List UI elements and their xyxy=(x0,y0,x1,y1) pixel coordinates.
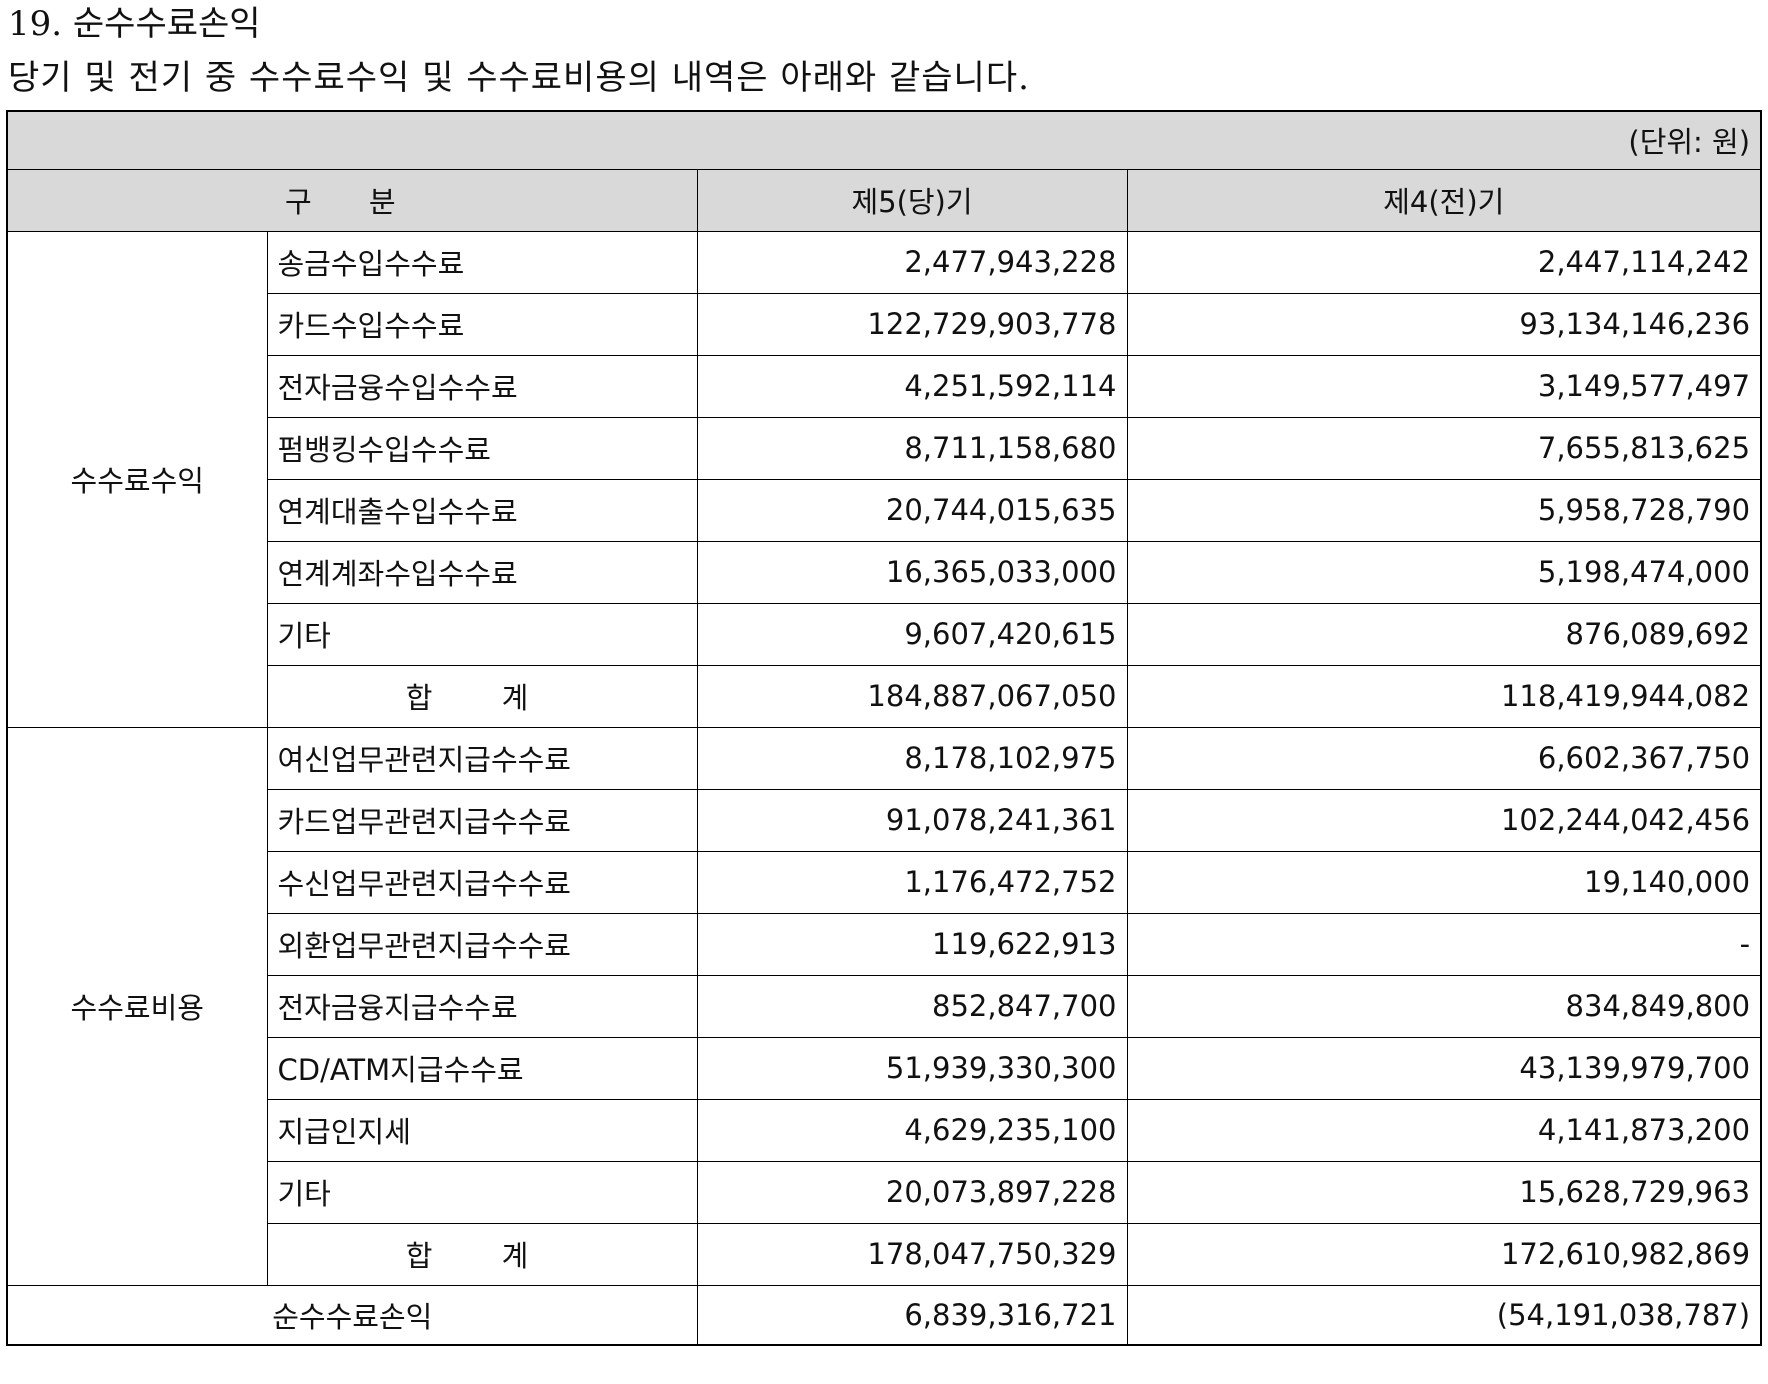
expense-row: 기타 20,073,897,228 15,628,729,963 xyxy=(7,1160,1762,1224)
income-group-label: 수수료수익 xyxy=(6,230,268,728)
current-period-header: 제5(당)기 xyxy=(696,168,1128,232)
prior-period-amount: 19,140,000 xyxy=(1126,850,1762,914)
income-row: 전자금융수입수수료 4,251,592,114 3,149,577,497 xyxy=(7,354,1762,418)
prior-period-amount: 102,244,042,456 xyxy=(1126,788,1762,852)
line-item-name: 송금수입수수료 xyxy=(266,230,698,294)
income-total-row: 합 계 184,887,067,050 118,419,944,082 xyxy=(7,664,1762,728)
current-period-amount: 91,078,241,361 xyxy=(696,788,1128,852)
expense-row: 수신업무관련지급수수료 1,176,472,752 19,140,000 xyxy=(7,850,1762,914)
prior-period-amount: 3,149,577,497 xyxy=(1126,354,1762,418)
income-row: 기타 9,607,420,615 876,089,692 xyxy=(7,602,1762,666)
line-item-name: 카드업무관련지급수수료 xyxy=(266,788,698,852)
line-item-name: 외환업무관련지급수수료 xyxy=(266,912,698,976)
subtotal-label: 합 계 xyxy=(266,664,698,728)
subtotal-prior-amount: 172,610,982,869 xyxy=(1126,1222,1762,1286)
line-item-name: 카드수입수수료 xyxy=(266,292,698,356)
expense-row: 카드업무관련지급수수료 91,078,241,361 102,244,042,456 xyxy=(7,788,1762,852)
net-fee-label: 순수수료손익 xyxy=(6,1284,698,1346)
expense-row: 수수료비용 여신업무관련지급수수료 8,178,102,975 6,602,367,7… xyxy=(6,726,1762,1286)
current-period-amount: 852,847,700 xyxy=(696,974,1128,1038)
prior-period-amount: 5,958,728,790 xyxy=(1126,478,1762,542)
line-item-name: CD/ATM지급수수료 xyxy=(266,1036,698,1100)
current-period-amount: 8,711,158,680 xyxy=(696,416,1128,480)
intro-text: 당기 및 전기 중 수수료수익 및 수수료비용의 내역은 아래와 같습니다. xyxy=(8,58,1030,98)
line-item-name: 기타 xyxy=(266,1160,698,1224)
current-period-amount: 119,622,913 xyxy=(696,912,1128,976)
current-period-amount: 16,365,033,000 xyxy=(696,540,1128,604)
line-item-name: 기타 xyxy=(266,602,698,666)
net-fee-row: 순수수료손익 6,839,316,721 (54,191,038,787) xyxy=(6,1284,1762,1346)
prior-period-amount: 7,655,813,625 xyxy=(1126,416,1762,480)
prior-period-amount: 93,134,146,236 xyxy=(1126,292,1762,356)
prior-period-amount: 43,139,979,700 xyxy=(1126,1036,1762,1100)
line-item-name: 연계대출수입수수료 xyxy=(266,478,698,542)
category-header: 구 분 xyxy=(6,168,698,232)
line-item-name: 지급인지세 xyxy=(266,1098,698,1162)
current-period-amount: 51,939,330,300 xyxy=(696,1036,1128,1100)
prior-period-amount: 6,602,367,750 xyxy=(1126,726,1762,790)
current-period-amount: 9,607,420,615 xyxy=(696,602,1128,666)
net-current-amount: 6,839,316,721 xyxy=(696,1284,1128,1346)
unit-label: (단위: 원) xyxy=(6,110,1762,170)
income-row: 수수료수익 송금수입수수료 2,477,943,228 2,447,114,242 xyxy=(6,230,1762,728)
current-period-amount: 8,178,102,975 xyxy=(696,726,1128,790)
subtotal-current-amount: 178,047,750,329 xyxy=(696,1222,1128,1286)
subtotal-label: 합 계 xyxy=(266,1222,698,1286)
expense-row: 지급인지세 4,629,235,100 4,141,873,200 xyxy=(7,1098,1762,1162)
current-period-amount: 2,477,943,228 xyxy=(696,230,1128,294)
prior-period-amount: 5,198,474,000 xyxy=(1126,540,1762,604)
prior-period-amount: - xyxy=(1126,912,1762,976)
net-prior-amount: (54,191,038,787) xyxy=(1126,1284,1762,1346)
prior-period-amount: 15,628,729,963 xyxy=(1126,1160,1762,1224)
line-item-name: 펌뱅킹수입수수료 xyxy=(266,416,698,480)
expense-row: 외환업무관련지급수수료 119,622,913- xyxy=(7,912,1762,976)
expense-group-label: 수수료비용 xyxy=(6,726,268,1286)
income-row: 연계대출수입수수료 20,744,015,635 5,958,728,790 xyxy=(7,478,1762,542)
income-row: 카드수입수수료 122,729,903,778 93,134,146,236 xyxy=(7,292,1762,356)
income-row: 펌뱅킹수입수수료 8,711,158,680 7,655,813,625 xyxy=(7,416,1762,480)
expense-total-row: 합 계 178,047,750,329 172,610,982,869 xyxy=(7,1222,1762,1286)
category-header-label: 구 분 xyxy=(284,185,420,219)
current-period-amount: 4,251,592,114 xyxy=(696,354,1128,418)
line-item-name: 연계계좌수입수수료 xyxy=(266,540,698,604)
prior-period-amount: 834,849,800 xyxy=(1126,974,1762,1038)
subtotal-prior-amount: 118,419,944,082 xyxy=(1126,664,1762,728)
line-item-name: 전자금융지급수수료 xyxy=(266,974,698,1038)
expense-row: 전자금융지급수수료 852,847,700 834,849,800 xyxy=(7,974,1762,1038)
prior-period-header: 제4(전)기 xyxy=(1126,168,1762,232)
subtotal-current-amount: 184,887,067,050 xyxy=(696,664,1128,728)
income-row: 연계계좌수입수수료 16,365,033,000 5,198,474,000 xyxy=(7,540,1762,604)
line-item-name: 수신업무관련지급수수료 xyxy=(266,850,698,914)
header-row: 구 분 제5(당)기 제4(전)기 xyxy=(6,168,1762,232)
prior-period-amount: 876,089,692 xyxy=(1126,602,1762,666)
prior-period-amount: 4,141,873,200 xyxy=(1126,1098,1762,1162)
current-period-amount: 20,744,015,635 xyxy=(696,478,1128,542)
unit-row: (단위: 원) xyxy=(6,110,1762,170)
expense-row: CD/ATM지급수수료 51,939,330,300 43,139,979,700 xyxy=(7,1036,1762,1100)
current-period-amount: 122,729,903,778 xyxy=(696,292,1128,356)
current-period-amount: 20,073,897,228 xyxy=(696,1160,1128,1224)
section-heading: 19. 순수수료손익 xyxy=(8,4,261,44)
fee-table: (단위: 원) 구 분 제5(당)기 제4(전)기 수수료수익 송금수입수수료 2,… xyxy=(6,110,1763,1346)
current-period-amount: 1,176,472,752 xyxy=(696,850,1128,914)
line-item-name: 여신업무관련지급수수료 xyxy=(266,726,698,790)
current-period-amount: 4,629,235,100 xyxy=(696,1098,1128,1162)
prior-period-amount: 2,447,114,242 xyxy=(1126,230,1762,294)
line-item-name: 전자금융수입수수료 xyxy=(266,354,698,418)
